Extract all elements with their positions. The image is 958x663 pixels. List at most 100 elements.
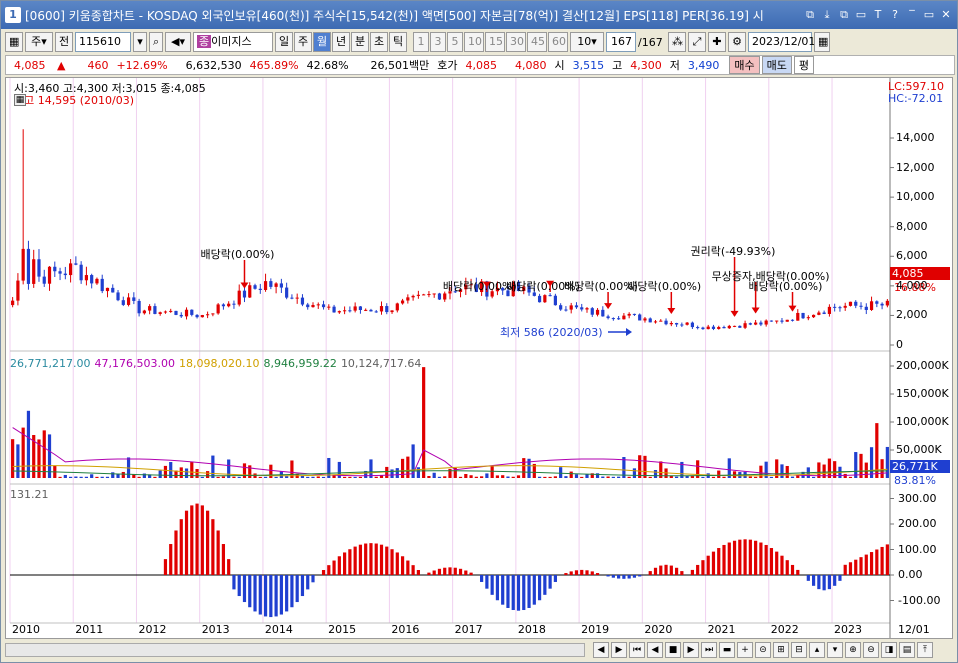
candle-body: [790, 319, 795, 321]
interval-button-15[interactable]: 15: [485, 32, 505, 52]
nav-button-11[interactable]: ⊟: [791, 642, 807, 658]
interval-button-60[interactable]: 60: [548, 32, 568, 52]
nav-button-6[interactable]: ⏭: [701, 642, 717, 658]
title-button-5[interactable]: ?: [888, 8, 902, 22]
nav-button-15[interactable]: ⊖: [863, 642, 879, 658]
calculator-icon[interactable]: ▦: [14, 94, 26, 106]
eval-button[interactable]: 평: [793, 56, 815, 74]
volume-bar: [643, 455, 647, 478]
title-button-8[interactable]: ✕: [939, 8, 953, 22]
prev-button[interactable]: 전: [55, 32, 73, 52]
chart-area[interactable]: 시:3,460 고:4,300 저:3,015 종:4,085 최고 14,59…: [5, 77, 953, 639]
volume-bar: [711, 476, 716, 478]
oscillator-bar: [379, 544, 384, 575]
candle-body: [432, 293, 436, 295]
nav-button-16[interactable]: ◨: [881, 642, 897, 658]
timeframe-tab-6[interactable]: 틱: [389, 32, 407, 52]
candle-body: [685, 322, 689, 325]
oscillator-bar: [501, 575, 505, 605]
gear-icon[interactable]: ⚙: [728, 32, 746, 52]
oscillator-bar: [664, 564, 668, 575]
osc-tick-label: -100.00: [898, 593, 941, 607]
sell-button[interactable]: 매도: [761, 56, 792, 74]
candle-body: [590, 308, 594, 315]
candle-body: [390, 310, 394, 313]
horizontal-scrollbar[interactable]: [5, 643, 585, 657]
nav-button-14[interactable]: ⊕: [845, 642, 861, 658]
volume-bar: [68, 476, 73, 478]
oscillator-bar: [306, 575, 310, 590]
timeframe-tab-5[interactable]: 초: [370, 32, 388, 52]
interval-button-30[interactable]: 30: [506, 32, 526, 52]
volume-bar: [258, 476, 262, 478]
interval-button-10[interactable]: 10: [464, 32, 484, 52]
oscillator-bar: [738, 539, 742, 575]
title-button-7[interactable]: ▭: [922, 8, 936, 22]
page-input[interactable]: 167: [606, 32, 636, 52]
oscillator-bar: [206, 510, 210, 575]
layout-icon[interactable]: ▦: [5, 32, 23, 52]
interval-button-1[interactable]: 1: [413, 32, 429, 52]
oscillator-bar: [674, 567, 679, 575]
candle-body: [833, 306, 837, 308]
low-price: 3,490: [687, 58, 720, 72]
title-button-6[interactable]: ‾: [905, 8, 919, 22]
interval-button-45[interactable]: 45: [527, 32, 547, 52]
title-button-4[interactable]: T: [871, 8, 885, 22]
oscillator-bar: [411, 565, 415, 575]
timeframe-tab-0[interactable]: 일: [275, 32, 293, 52]
oscillator-bar: [495, 575, 500, 601]
timeframe-tab-2[interactable]: 월: [313, 32, 331, 52]
candle-body: [738, 325, 742, 328]
nav-button-3[interactable]: ◀: [647, 642, 663, 658]
search-icon[interactable]: ⌕: [149, 32, 163, 52]
nav-button-12[interactable]: ▴: [809, 642, 825, 658]
nav-button-8[interactable]: +: [737, 642, 753, 658]
title-button-0[interactable]: ⧉: [803, 8, 817, 22]
nav-button-2[interactable]: ⏮: [629, 642, 645, 658]
nav-button-7[interactable]: ▬: [719, 642, 735, 658]
candle-body: [53, 266, 57, 272]
interval-button-3[interactable]: 3: [430, 32, 446, 52]
oscillator-bar: [617, 575, 621, 579]
oscillator-bar: [748, 539, 752, 575]
sound-icon[interactable]: ◀▾: [165, 32, 191, 52]
nav-button-10[interactable]: ⊞: [773, 642, 789, 658]
period-select[interactable]: 주▾: [25, 32, 53, 52]
nav-button-4[interactable]: ■: [665, 642, 681, 658]
volume-bar: [263, 476, 268, 478]
nav-button-18[interactable]: ⤒: [917, 642, 933, 658]
custom-interval[interactable]: 10▾: [570, 32, 604, 52]
nav-button-13[interactable]: ▾: [827, 642, 843, 658]
timeframe-tab-1[interactable]: 주: [294, 32, 312, 52]
volume-bar: [406, 456, 410, 478]
buy-button[interactable]: 매수: [729, 56, 760, 74]
nav-button-5[interactable]: ▶: [683, 642, 699, 658]
code-dropdown-icon[interactable]: ▾: [133, 32, 147, 52]
candle-body: [648, 318, 652, 323]
timeframe-tab-3[interactable]: 년: [332, 32, 350, 52]
title-button-2[interactable]: ⧉: [837, 8, 851, 22]
volume-bar: [232, 476, 236, 478]
nav-button-1[interactable]: ▶: [611, 642, 627, 658]
calendar-icon[interactable]: ▦: [814, 32, 830, 52]
interval-button-5[interactable]: 5: [447, 32, 463, 52]
code-input[interactable]: 115610: [75, 32, 131, 52]
timeframe-tab-4[interactable]: 분: [351, 32, 369, 52]
oscillator-bar: [290, 575, 294, 608]
title-button-1[interactable]: ⤓: [820, 8, 834, 22]
candle-body: [105, 287, 110, 292]
bid-price: 4,080: [515, 58, 547, 72]
oscillator-bar: [859, 557, 863, 575]
trend-icon[interactable]: ⤢: [688, 32, 706, 52]
nav-button-9[interactable]: ⊝: [755, 642, 771, 658]
title-button-3[interactable]: ▭: [854, 8, 868, 22]
nav-button-17[interactable]: ▤: [899, 642, 915, 658]
volume-bar: [142, 473, 146, 478]
nav-button-0[interactable]: ◀: [593, 642, 609, 658]
candle-body: [137, 300, 141, 314]
candle-body: [163, 311, 168, 313]
date-input[interactable]: 2023/12/01: [748, 32, 815, 52]
crosshair-icon[interactable]: ✚: [708, 32, 726, 52]
chart-type-icon[interactable]: ⁂: [668, 32, 686, 52]
